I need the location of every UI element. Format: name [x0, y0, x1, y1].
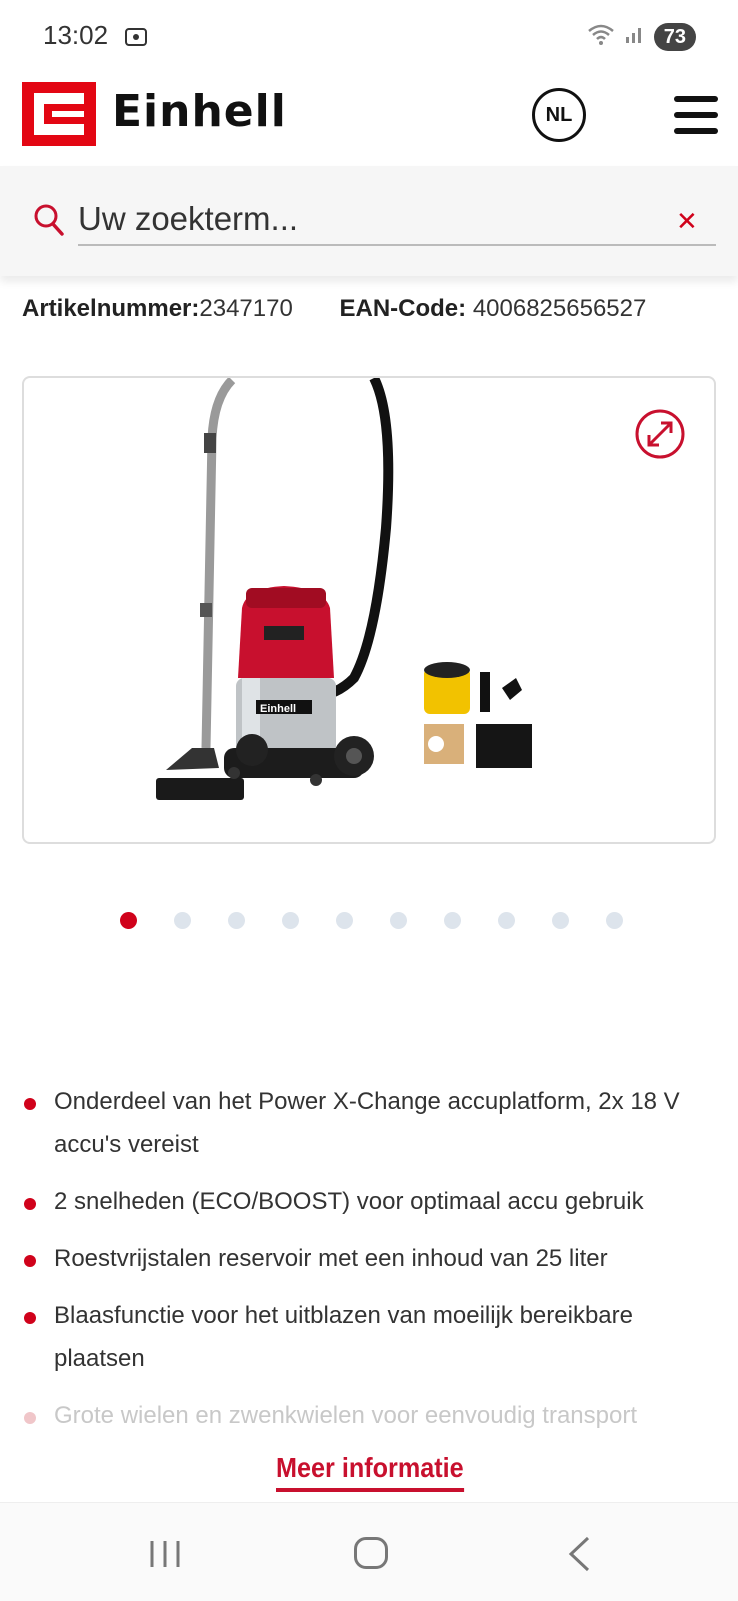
- ean-label: EAN-Code:: [339, 295, 467, 322]
- status-bar: 13:02 73: [0, 0, 738, 74]
- recent-apps-icon[interactable]: [148, 1539, 182, 1574]
- close-icon[interactable]: ✕: [676, 206, 698, 237]
- feature-item: 2 snelheden (ECO/BOOST) voor optimaal ac…: [22, 1180, 712, 1223]
- article-info: Artikelnummer:2347170 EAN-Code: 40068256…: [22, 295, 646, 323]
- brand-logo-text[interactable]: Einhell: [112, 86, 287, 137]
- feature-item: Grote wielen en zwenkwielen voor eenvoud…: [22, 1394, 712, 1437]
- product-image: Einhell: [156, 378, 532, 800]
- back-icon[interactable]: [566, 1535, 592, 1578]
- ean-value: 4006825656527: [472, 295, 647, 322]
- expand-icon[interactable]: [634, 408, 686, 465]
- system-navigation-bar: [0, 1502, 738, 1601]
- gallery-dot-5[interactable]: [336, 912, 353, 929]
- wifi-icon: [586, 22, 616, 51]
- language-button[interactable]: NL: [532, 88, 586, 142]
- feature-item: Roestvrijstalen reservoir met een inhoud…: [22, 1237, 712, 1280]
- gallery-dot-2[interactable]: [174, 912, 191, 929]
- gallery-dot-3[interactable]: [228, 912, 245, 929]
- product-image-gallery[interactable]: Einhell: [22, 376, 716, 844]
- hamburger-menu-icon[interactable]: [674, 96, 718, 134]
- search-input[interactable]: [78, 194, 716, 246]
- site-header: Einhell NL: [0, 74, 738, 166]
- signal-icon: [624, 23, 646, 50]
- photo-icon: [124, 26, 148, 53]
- status-indicators: 73: [586, 22, 696, 51]
- home-icon[interactable]: [354, 1537, 388, 1569]
- search-icon: [34, 204, 64, 241]
- article-number-value: 2347170: [199, 295, 293, 322]
- feature-list: Onderdeel van het Power X-Change accupla…: [22, 1080, 712, 1451]
- article-number-label: Artikelnummer:: [22, 295, 200, 322]
- gallery-dot-7[interactable]: [444, 912, 461, 929]
- more-info-link[interactable]: Meer informatie: [276, 1452, 464, 1492]
- svg-text:Einhell: Einhell: [260, 703, 296, 715]
- gallery-pagination: [120, 912, 623, 929]
- feature-item: Onderdeel van het Power X-Change accupla…: [22, 1080, 712, 1166]
- gallery-dot-8[interactable]: [498, 912, 515, 929]
- brand-logo-mark[interactable]: [22, 82, 96, 146]
- feature-item: Blaasfunctie voor het uitblazen van moei…: [22, 1294, 712, 1380]
- battery-indicator: 73: [653, 22, 696, 51]
- gallery-dot-9[interactable]: [552, 912, 569, 929]
- search-bar: ✕: [0, 166, 738, 276]
- gallery-dot-4[interactable]: [282, 912, 299, 929]
- gallery-dot-1[interactable]: [120, 912, 137, 929]
- status-time: 13:02: [43, 20, 109, 50]
- gallery-dot-6[interactable]: [390, 912, 407, 929]
- gallery-dot-10[interactable]: [606, 912, 623, 929]
